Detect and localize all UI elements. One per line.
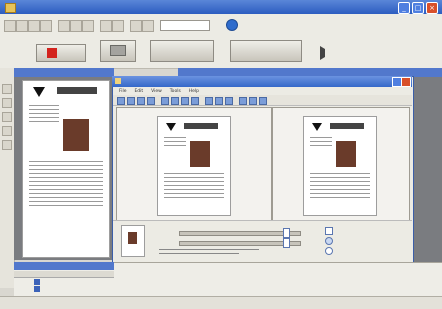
preview-page[interactable]	[303, 116, 377, 216]
adjust-preview-thumb	[121, 225, 145, 257]
tool-fit-icon[interactable]	[147, 97, 155, 105]
pages-panel-header-row	[14, 271, 114, 278]
print-icon[interactable]	[40, 20, 52, 32]
page-icon[interactable]	[142, 20, 154, 32]
zoom-icon[interactable]	[130, 20, 142, 32]
record-icon	[47, 48, 57, 58]
tool-bw-icon[interactable]	[215, 97, 223, 105]
original-photo	[190, 141, 210, 167]
menu-help[interactable]: Help	[189, 89, 199, 94]
tool-rotate-icon[interactable]	[171, 97, 179, 105]
scan-button[interactable]	[100, 40, 136, 62]
preview-logo-icon	[312, 123, 322, 131]
main-window-titlebar: _ □ ×	[0, 0, 442, 14]
dialog-icon	[115, 78, 121, 84]
scanner-icon	[110, 45, 126, 56]
tool-info-icon[interactable]	[259, 97, 267, 105]
dialog-menubar: File Edit View Tools Help	[113, 87, 412, 95]
adjustment-panel	[113, 220, 412, 261]
tool-refresh-icon[interactable]	[225, 97, 233, 105]
headline-block	[57, 87, 97, 94]
app-icon	[5, 3, 16, 13]
tool-arrow-icon[interactable]	[117, 97, 125, 105]
brightness-slider-knob[interactable]	[283, 228, 290, 238]
record-button[interactable]	[36, 44, 86, 62]
tool-zoom-icon[interactable]	[137, 97, 145, 105]
tool-crop-icon[interactable]	[161, 97, 169, 105]
cut-icon[interactable]	[58, 20, 70, 32]
new-icon[interactable]	[4, 20, 16, 32]
page-thumbnail[interactable]	[22, 80, 110, 258]
right-background	[412, 77, 442, 262]
hint-text-line-2	[159, 253, 239, 254]
image-tool-icon[interactable]	[2, 126, 12, 136]
zoom-combo[interactable]	[160, 20, 210, 31]
pointer-tool-icon[interactable]	[2, 84, 12, 94]
original-pane	[116, 107, 272, 221]
original-logo-icon	[166, 123, 176, 131]
tool-color-icon[interactable]	[191, 97, 199, 105]
left-tool-strip	[0, 68, 15, 288]
logo-triangle-icon	[33, 87, 45, 97]
save-document-button[interactable]	[230, 40, 302, 62]
tool-contrast-icon[interactable]	[181, 97, 189, 105]
menu-tools[interactable]: Tools	[170, 89, 181, 94]
toolbar-top	[0, 14, 442, 39]
photo-block	[63, 119, 89, 151]
status-bar	[0, 296, 442, 309]
tool-gray-icon[interactable]	[205, 97, 213, 105]
text-tool-icon[interactable]	[2, 112, 12, 122]
hint-text-line	[159, 249, 259, 250]
adjust-thumb-photo	[128, 232, 137, 244]
page-icon	[34, 279, 40, 285]
open-icon[interactable]	[16, 20, 28, 32]
preview-headline	[330, 123, 364, 129]
toolbar-bottom	[0, 38, 442, 69]
redo-icon[interactable]	[112, 20, 124, 32]
save-icon[interactable]	[28, 20, 40, 32]
option-radio-1[interactable]	[325, 237, 333, 245]
minimize-button[interactable]: _	[398, 2, 410, 14]
original-page[interactable]	[157, 116, 231, 216]
option-checkbox-1[interactable]	[325, 227, 333, 235]
menu-edit[interactable]: Edit	[134, 89, 143, 94]
dialog-close-button[interactable]	[401, 77, 411, 87]
page-icon-2	[34, 286, 40, 292]
paste-icon[interactable]	[82, 20, 94, 32]
tool-undo-icon[interactable]	[239, 97, 247, 105]
preview-photo	[336, 141, 356, 167]
tool-hand-icon[interactable]	[127, 97, 135, 105]
dialog-titlebar	[112, 76, 412, 87]
copy-icon[interactable]	[70, 20, 82, 32]
undo-icon[interactable]	[100, 20, 112, 32]
tool-redo-icon[interactable]	[249, 97, 257, 105]
contrast-slider-knob[interactable]	[283, 238, 290, 248]
menu-file[interactable]: File	[119, 89, 127, 94]
dialog-toolbar	[113, 95, 412, 106]
table-tool-icon[interactable]	[2, 140, 12, 150]
pages-panel-title	[14, 262, 114, 270]
close-button[interactable]: ×	[426, 2, 438, 14]
mouse-cursor	[320, 46, 330, 60]
window-controls: _ □ ×	[398, 2, 438, 14]
zone-tool-icon[interactable]	[2, 98, 12, 108]
preview-pane	[272, 107, 410, 221]
read-button[interactable]	[150, 40, 214, 62]
menu-view[interactable]: View	[151, 89, 162, 94]
help-icon[interactable]	[226, 19, 238, 31]
maximize-button[interactable]: □	[412, 2, 424, 14]
document-panel-header	[14, 68, 114, 77]
option-radio-2[interactable]	[325, 247, 333, 255]
original-headline	[184, 123, 218, 129]
